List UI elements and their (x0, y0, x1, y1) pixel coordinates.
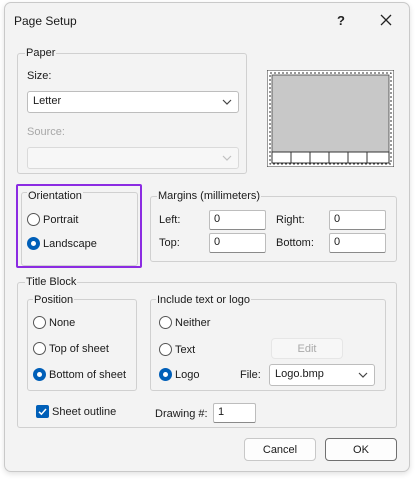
size-label: Size: (27, 70, 52, 82)
title-block-group-label: Title Block (25, 276, 78, 288)
include-logo-radio[interactable] (159, 368, 172, 381)
position-none-label[interactable]: None (49, 317, 75, 329)
size-dropdown-value: Letter (33, 95, 62, 107)
logo-file-dropdown[interactable]: Logo.bmp (269, 364, 375, 386)
file-label: File: (240, 369, 261, 381)
margin-top-input[interactable]: 0 (209, 233, 266, 253)
drawing-number-label: Drawing #: (155, 408, 208, 420)
edit-button[interactable]: Edit (271, 338, 343, 359)
include-neither-radio[interactable] (159, 316, 172, 329)
chevron-down-icon (358, 372, 368, 378)
close-button[interactable] (372, 8, 400, 32)
position-top-radio[interactable] (33, 342, 46, 355)
position-bottom-label[interactable]: Bottom of sheet (49, 369, 126, 381)
include-text-radio[interactable] (159, 343, 172, 356)
chevron-down-icon (222, 99, 232, 105)
logo-file-value: Logo.bmp (275, 368, 324, 380)
margin-right-input[interactable]: 0 (329, 210, 386, 230)
margin-left-label: Left: (159, 214, 181, 226)
checkmark-icon (38, 408, 47, 416)
position-bottom-radio[interactable] (33, 368, 46, 381)
paper-group-label: Paper (25, 47, 57, 59)
margin-top-label: Top: (159, 237, 180, 249)
page-preview (267, 70, 394, 167)
ok-button[interactable]: OK (325, 438, 397, 461)
position-none-radio[interactable] (33, 316, 46, 329)
source-label: Source: (27, 126, 65, 138)
include-group-label: Include text or logo (156, 294, 251, 306)
page-setup-dialog: Page Setup ? Paper Size: Letter Source: … (4, 2, 410, 472)
chevron-down-icon (222, 155, 232, 161)
cancel-button[interactable]: Cancel (244, 438, 316, 461)
include-neither-label[interactable]: Neither (175, 317, 210, 329)
sheet-outline-checkbox[interactable] (36, 405, 49, 418)
title-bar[interactable]: Page Setup ? (5, 3, 409, 37)
sheet-outline-label[interactable]: Sheet outline (52, 406, 116, 418)
margin-bottom-label: Bottom: (276, 237, 314, 249)
help-button[interactable]: ? (327, 8, 355, 32)
dialog-title: Page Setup (14, 14, 77, 28)
position-top-label[interactable]: Top of sheet (49, 343, 109, 355)
margins-group-label: Margins (millimeters) (157, 190, 262, 202)
include-text-label[interactable]: Text (175, 344, 195, 356)
include-logo-label[interactable]: Logo (175, 369, 199, 381)
source-dropdown[interactable] (27, 147, 239, 169)
margin-bottom-input[interactable]: 0 (329, 233, 386, 253)
close-icon (380, 14, 392, 26)
margin-right-label: Right: (276, 214, 305, 226)
orientation-highlight-box (16, 184, 142, 268)
position-group-label: Position (33, 294, 75, 306)
drawing-number-input[interactable]: 1 (213, 403, 256, 423)
margin-left-input[interactable]: 0 (209, 210, 266, 230)
size-dropdown[interactable]: Letter (27, 91, 239, 113)
